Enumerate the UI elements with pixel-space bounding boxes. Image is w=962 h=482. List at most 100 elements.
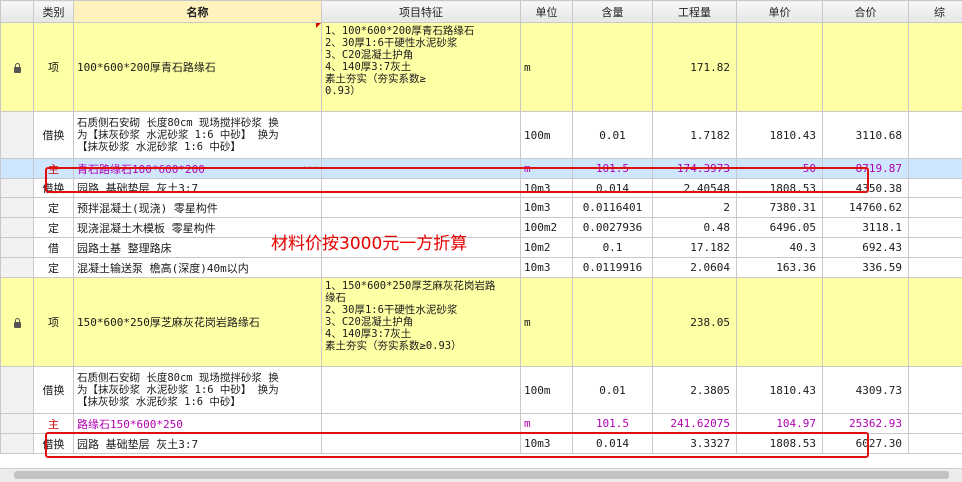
row-quantity[interactable]: 174.3973 xyxy=(653,159,737,179)
column-header-feature[interactable]: 项目特征 xyxy=(322,1,521,23)
row-name[interactable]: 石质侧石安砌 长度80cm 现场搅拌砂浆 换 为【抹灰砂浆 水泥砂浆 1:6 中… xyxy=(74,367,322,414)
row-unit-price[interactable]: 163.36 xyxy=(737,258,823,278)
column-header-content[interactable]: 含量 xyxy=(573,1,653,23)
row-quantity[interactable]: 238.05 xyxy=(653,278,737,367)
row-unit[interactable]: m xyxy=(521,159,573,179)
row-name[interactable]: 150*600*250厚芝麻灰花岗岩路缘石 xyxy=(74,278,322,367)
row-name[interactable]: 100*600*200厚青石路缘石 xyxy=(74,23,322,112)
column-header-unit[interactable]: 单位 xyxy=(521,1,573,23)
row-content[interactable]: 0.01 xyxy=(573,112,653,159)
column-header-unit-price[interactable]: 单价 xyxy=(737,1,823,23)
row-content[interactable]: 0.0116401 xyxy=(573,198,653,218)
row-feature[interactable]: 1、100*600*200厚青石路缘石 2、30厚1:6干硬性水泥砂浆 3、C2… xyxy=(322,23,521,112)
row-unit-price[interactable]: 50 xyxy=(737,159,823,179)
more-options-button[interactable]: ··· xyxy=(301,161,318,174)
row-content[interactable]: 101.5 xyxy=(573,159,653,179)
row-quantity[interactable]: 2 xyxy=(653,198,737,218)
row-total xyxy=(823,278,909,367)
table-row[interactable]: 定 现浇混凝土木模板 零星构件 100m2 0.0027936 0.48 649… xyxy=(1,218,962,238)
row-unit[interactable]: m xyxy=(521,278,573,367)
row-lock-cell xyxy=(1,23,34,112)
row-content[interactable]: 101.5 xyxy=(573,414,653,434)
column-header-quantity[interactable]: 工程量 xyxy=(653,1,737,23)
row-type: 项 xyxy=(34,23,74,112)
horizontal-scrollbar-thumb[interactable] xyxy=(14,471,949,479)
row-name[interactable]: 园路 基础垫层 灰土3:7 xyxy=(74,179,322,198)
row-content[interactable]: 0.014 xyxy=(573,179,653,198)
row-quantity[interactable]: 2.40548 xyxy=(653,179,737,198)
row-name[interactable]: 青石路缘石100*600*200··· xyxy=(74,159,322,179)
table-row-main-material-selected[interactable]: 主 青石路缘石100*600*200··· m 101.5 174.3973 5… xyxy=(1,159,962,179)
table-row[interactable]: 借换 园路 基础垫层 灰土3:7 10m3 0.014 2.40548 1808… xyxy=(1,179,962,198)
row-index-cell xyxy=(1,258,34,278)
column-header-extra[interactable]: 综 xyxy=(909,1,962,23)
table-row-item[interactable]: 项 150*600*250厚芝麻灰花岗岩路缘石 1、150*600*250厚芝麻… xyxy=(1,278,962,367)
row-quantity[interactable]: 171.82 xyxy=(653,23,737,112)
row-type: 借换 xyxy=(34,434,74,454)
table-row[interactable]: 借换 石质侧石安砌 长度80cm 现场搅拌砂浆 换 为【抹灰砂浆 水泥砂浆 1:… xyxy=(1,367,962,414)
row-unit[interactable]: m xyxy=(521,414,573,434)
horizontal-scrollbar[interactable] xyxy=(0,468,962,482)
row-unit[interactable]: 10m3 xyxy=(521,434,573,454)
row-unit-price[interactable] xyxy=(737,23,823,112)
row-quantity[interactable]: 3.3327 xyxy=(653,434,737,454)
row-unit[interactable]: 100m2 xyxy=(521,218,573,238)
row-unit-price[interactable]: 1810.43 xyxy=(737,112,823,159)
row-feature[interactable] xyxy=(322,179,521,198)
column-header-type[interactable]: 类别 xyxy=(34,1,74,23)
row-content[interactable]: 0.0027936 xyxy=(573,218,653,238)
row-unit-price[interactable]: 1808.53 xyxy=(737,179,823,198)
row-unit-price[interactable]: 1808.53 xyxy=(737,434,823,454)
row-unit[interactable]: 100m xyxy=(521,112,573,159)
row-name[interactable]: 园路 基础垫层 灰土3:7 xyxy=(74,434,322,454)
column-header-blank[interactable] xyxy=(1,1,34,23)
row-feature[interactable] xyxy=(322,159,521,179)
table-row[interactable]: 借换 园路 基础垫层 灰土3:7 10m3 0.014 3.3327 1808.… xyxy=(1,434,962,454)
row-quantity[interactable]: 241.62075 xyxy=(653,414,737,434)
row-feature[interactable] xyxy=(322,258,521,278)
row-quantity[interactable]: 2.0604 xyxy=(653,258,737,278)
row-content[interactable]: 0.01 xyxy=(573,367,653,414)
row-name[interactable]: 预拌混凝土(现浇) 零星构件 xyxy=(74,198,322,218)
row-feature[interactable] xyxy=(322,367,521,414)
column-header-name[interactable]: 名称 xyxy=(74,1,322,23)
row-content[interactable]: 0.014 xyxy=(573,434,653,454)
row-name[interactable]: 石质侧石安砌 长度80cm 现场搅拌砂浆 换 为【抹灰砂浆 水泥砂浆 1:6 中… xyxy=(74,112,322,159)
row-unit[interactable]: 100m xyxy=(521,367,573,414)
row-unit-price[interactable]: 1810.43 xyxy=(737,367,823,414)
table-row[interactable]: 借换 石质侧石安砌 长度80cm 现场搅拌砂浆 换 为【抹灰砂浆 水泥砂浆 1:… xyxy=(1,112,962,159)
column-header-total[interactable]: 合价 xyxy=(823,1,909,23)
row-content[interactable] xyxy=(573,23,653,112)
row-type: 借换 xyxy=(34,112,74,159)
row-content[interactable] xyxy=(573,278,653,367)
row-name[interactable]: 路缘石150*600*250 xyxy=(74,414,322,434)
row-feature[interactable] xyxy=(322,198,521,218)
row-unit-price[interactable]: 40.3 xyxy=(737,238,823,258)
row-quantity[interactable]: 17.182 xyxy=(653,238,737,258)
table-row-main-material[interactable]: 主 路缘石150*600*250 m 101.5 241.62075 104.9… xyxy=(1,414,962,434)
row-quantity[interactable]: 1.7182 xyxy=(653,112,737,159)
row-unit-price[interactable] xyxy=(737,278,823,367)
table-row[interactable]: 定 混凝土输送泵 檐高(深度)40m以内 10m3 0.0119916 2.06… xyxy=(1,258,962,278)
row-unit[interactable]: 10m2 xyxy=(521,238,573,258)
row-feature[interactable] xyxy=(322,414,521,434)
row-name[interactable]: 混凝土输送泵 檐高(深度)40m以内 xyxy=(74,258,322,278)
row-feature[interactable]: 1、150*600*250厚芝麻灰花岗岩路 缘石 2、30厚1:6干硬性水泥砂浆… xyxy=(322,278,521,367)
row-feature[interactable] xyxy=(322,434,521,454)
row-total: 4309.73 xyxy=(823,367,909,414)
row-unit-price[interactable]: 7380.31 xyxy=(737,198,823,218)
row-unit[interactable]: 10m3 xyxy=(521,198,573,218)
row-feature[interactable] xyxy=(322,112,521,159)
table-row[interactable]: 定 预拌混凝土(现浇) 零星构件 10m3 0.0116401 2 7380.3… xyxy=(1,198,962,218)
row-unit[interactable]: m xyxy=(521,23,573,112)
row-unit-price[interactable]: 104.97 xyxy=(737,414,823,434)
row-unit-price[interactable]: 6496.05 xyxy=(737,218,823,238)
row-quantity[interactable]: 0.48 xyxy=(653,218,737,238)
row-content[interactable]: 0.0119916 xyxy=(573,258,653,278)
table-row-item[interactable]: 项 100*600*200厚青石路缘石 1、100*600*200厚青石路缘石 … xyxy=(1,23,962,112)
row-content[interactable]: 0.1 xyxy=(573,238,653,258)
row-quantity[interactable]: 2.3805 xyxy=(653,367,737,414)
row-unit[interactable]: 10m3 xyxy=(521,258,573,278)
table-row[interactable]: 借 园路土基 整理路床 10m2 0.1 17.182 40.3 692.43 xyxy=(1,238,962,258)
row-unit[interactable]: 10m3 xyxy=(521,179,573,198)
